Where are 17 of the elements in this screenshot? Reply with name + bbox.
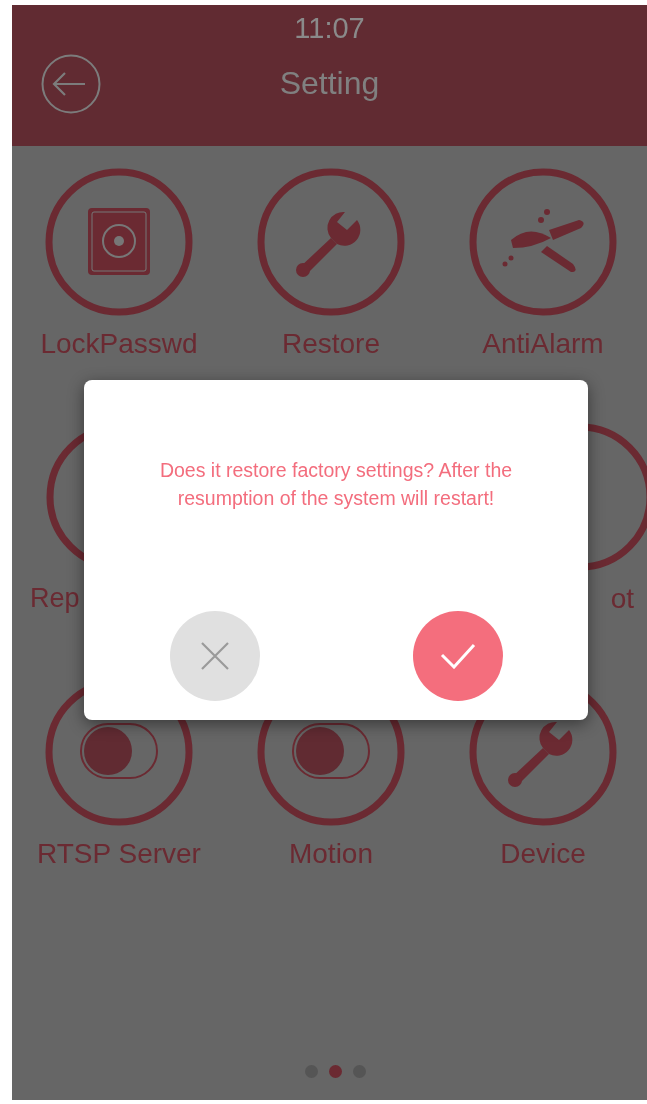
status-time: 11:07: [294, 12, 365, 45]
setting-label: Device: [500, 838, 586, 870]
screen-title: Setting: [279, 65, 380, 102]
dialog-message: Does it restore factory settings? After the resumption of the system will restart!: [158, 458, 514, 511]
setting-label: ot: [610, 583, 634, 615]
setting-label: AntiAlarm: [482, 328, 604, 360]
setting-label: Motion: [288, 838, 373, 870]
close-icon: [199, 641, 230, 671]
pliers-icon[interactable]: [469, 168, 617, 316]
setting-label: LockPasswd: [40, 328, 198, 360]
setting-label: Restore: [281, 328, 380, 360]
back-icon[interactable]: [41, 53, 101, 114]
check-icon: [439, 643, 476, 669]
safe-icon[interactable]: [45, 168, 193, 316]
page-dot[interactable]: [329, 1065, 342, 1078]
setting-label: Rep: [30, 583, 80, 614]
setting-label: RTSP Server: [37, 838, 201, 870]
